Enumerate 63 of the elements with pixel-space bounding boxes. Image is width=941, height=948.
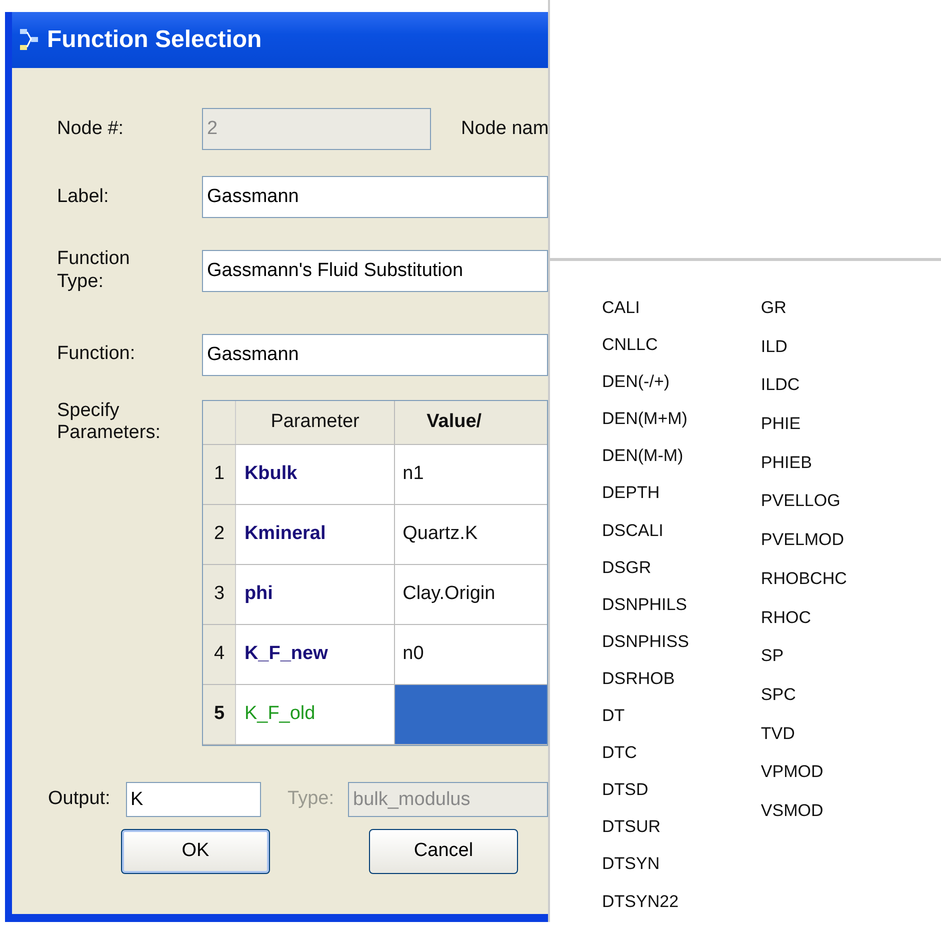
cancel-button[interactable]: Cancel (369, 829, 518, 874)
field-label: Output: (48, 787, 112, 812)
list-item[interactable]: CALI (602, 295, 689, 320)
field-label: Label: (57, 186, 110, 208)
field-label: Function Type: (57, 248, 131, 294)
list-item[interactable]: GR (760, 295, 847, 320)
table-cell[interactable]: Quartz.K (394, 504, 547, 565)
table-cell: Kmineral (236, 504, 394, 565)
row-number: 4 (203, 624, 236, 685)
list-item[interactable]: PHIE (760, 411, 847, 437)
list-item[interactable]: DTSUR (602, 814, 689, 840)
list-item[interactable]: DTSYN22 (602, 888, 689, 914)
list-item[interactable]: DSRHOB (602, 666, 689, 692)
list-item[interactable]: DEN(-/+) (602, 369, 689, 395)
row-number: 2 (203, 504, 236, 565)
table-cell: Kbulk (236, 444, 394, 505)
list-item[interactable]: PVELMOD (760, 527, 847, 553)
list-item[interactable]: PVELLOG (760, 488, 847, 514)
column-header: Parameter (236, 400, 394, 445)
field-label: Function: (57, 343, 136, 366)
list-item[interactable]: TVD (760, 720, 847, 746)
field-label: Node nam (461, 116, 548, 141)
table-cell[interactable]: n1 (394, 444, 547, 505)
list-item[interactable]: DSCALI (602, 518, 689, 544)
list-item[interactable]: ILDC (760, 372, 847, 398)
table-cell: K_F_new (236, 624, 394, 685)
list-item[interactable]: DT (602, 703, 689, 729)
list-item[interactable]: VPMOD (760, 759, 847, 785)
app-icon (19, 27, 39, 53)
text-field[interactable]: K (126, 782, 261, 818)
list-item[interactable]: RHOBCHC (760, 566, 847, 592)
list-item[interactable]: DSNPHILS (602, 592, 689, 618)
list-item[interactable]: DSNPHISS (602, 628, 689, 654)
list-item[interactable]: SPC (760, 682, 847, 708)
field-label: Type: (288, 787, 334, 812)
list-item[interactable]: DTC (602, 740, 689, 766)
list-item[interactable]: CNLLC (602, 332, 689, 358)
list-item[interactable]: ILD (760, 334, 847, 360)
list-item[interactable]: DEPTH (602, 480, 689, 506)
list-item[interactable]: RHOC (760, 604, 847, 630)
list-item[interactable]: DSGR (602, 554, 689, 580)
list-item[interactable]: DEN(M+M) (602, 406, 689, 432)
table-cell[interactable]: Clay.Origin (394, 564, 547, 625)
column-header: Value/ (394, 400, 547, 445)
list-item[interactable]: PHIEB (760, 450, 847, 476)
table-cell: phi (236, 564, 394, 625)
field-label: Node #: (57, 118, 125, 140)
list-item[interactable]: DTSYN (602, 851, 689, 877)
text-field[interactable]: Gassmann's Fluid Substitution (202, 250, 548, 292)
list-item[interactable]: DTSD (602, 777, 689, 803)
window-title: Function Selection (47, 25, 262, 55)
list-item[interactable]: DEN(M-M) (602, 443, 689, 469)
table-cell[interactable] (394, 684, 547, 745)
text-field[interactable]: Gassmann (202, 334, 548, 376)
field-label: Specify Parameters: (57, 400, 162, 446)
row-number: 5 (203, 684, 236, 745)
text-field[interactable]: Gassmann (202, 176, 548, 218)
ok-button[interactable]: OK (121, 829, 270, 874)
table-cell: K_F_old (236, 684, 394, 745)
list-item[interactable]: VSMOD (760, 798, 847, 824)
row-number: 1 (203, 444, 236, 505)
row-number: 3 (203, 564, 236, 625)
list-item[interactable]: SP (760, 643, 847, 669)
